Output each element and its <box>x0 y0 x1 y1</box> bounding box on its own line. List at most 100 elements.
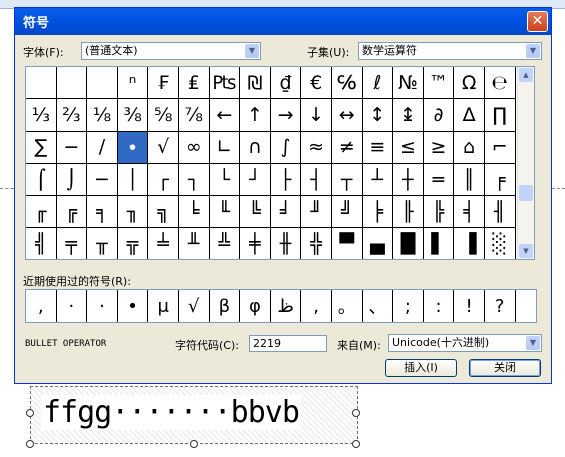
symbol-cell[interactable]: ─ <box>87 163 118 197</box>
resize-handle-left[interactable] <box>26 409 34 417</box>
recent-symbol-cell[interactable]: · <box>57 290 88 322</box>
symbol-cell[interactable]: ₫ <box>270 67 302 100</box>
recent-symbol-cell[interactable]: · <box>87 290 118 322</box>
insert-button[interactable]: 插入(I) <box>385 359 457 377</box>
symbol-cell[interactable]: ≠ <box>331 131 363 164</box>
symbol-cell[interactable]: ↕ <box>362 99 394 132</box>
symbol-cell[interactable]: ╒ <box>484 163 516 197</box>
symbol-cell[interactable]: ₣ <box>148 67 179 100</box>
symbol-cell[interactable]: ░ <box>485 228 516 259</box>
symbol-cell[interactable]: ∏ <box>484 99 516 132</box>
symbol-cell[interactable] <box>87 67 118 100</box>
symbol-cell[interactable] <box>56 67 88 100</box>
symbol-cell[interactable]: ₧ <box>209 67 241 100</box>
symbol-cell[interactable]: ┐ <box>178 163 210 197</box>
symbol-cell[interactable]: ╪ <box>240 228 271 259</box>
symbol-cell[interactable]: ╢ <box>484 196 516 229</box>
symbol-cell[interactable]: ╛ <box>270 196 302 229</box>
symbol-cell[interactable]: − <box>56 131 88 164</box>
symbol-cell[interactable]: ┌ <box>148 163 179 197</box>
symbol-cell[interactable]: ⅔ <box>56 99 88 132</box>
symbol-cell[interactable]: ┤ <box>301 163 332 197</box>
font-select[interactable]: (普通文本) ▼ <box>81 42 261 60</box>
chevron-down-icon[interactable]: ▼ <box>526 336 540 350</box>
symbol-cell[interactable]: ▄ <box>363 228 394 259</box>
from-select[interactable]: Unicode(十六进制) ▼ <box>388 334 542 352</box>
symbol-cell[interactable]: ↓ <box>301 99 332 132</box>
symbol-cell[interactable]: ⁿ <box>117 67 149 100</box>
document-text-box[interactable]: ffgg·······bbvb <box>30 386 358 444</box>
symbol-cell[interactable]: ← <box>209 99 241 132</box>
symbol-cell[interactable]: ⌐ <box>484 131 516 164</box>
symbol-cell[interactable]: ╡ <box>454 196 485 229</box>
chevron-down-icon[interactable]: ▼ <box>245 44 259 58</box>
symbol-cell[interactable]: ⅓ <box>26 99 57 132</box>
symbol-cell[interactable]: ╬ <box>301 228 332 259</box>
symbol-cell[interactable]: ┼ <box>393 163 424 197</box>
symbol-cell[interactable]: ╔ <box>56 196 88 229</box>
symbol-cell[interactable]: ℮ <box>484 67 516 100</box>
symbol-cell[interactable]: ⅞ <box>178 99 210 132</box>
symbol-cell[interactable]: ⌡ <box>56 163 88 197</box>
symbol-cell[interactable]: ╦ <box>118 228 149 259</box>
symbol-cell[interactable]: ℓ <box>362 67 394 100</box>
recent-symbol-cell[interactable]: , <box>301 290 332 322</box>
symbol-cell[interactable]: ┬ <box>331 163 363 197</box>
symbol-cell[interactable]: ╓ <box>26 196 57 229</box>
symbol-cell[interactable]: ╖ <box>117 196 149 229</box>
symbol-cell[interactable] <box>26 67 57 100</box>
symbol-cell[interactable]: ∫ <box>270 131 302 164</box>
symbol-cell[interactable]: ⅛ <box>87 99 118 132</box>
symbol-cell[interactable]: ∂ <box>423 99 455 132</box>
recent-symbol-cell[interactable]: ; <box>393 290 424 322</box>
symbol-cell[interactable]: ┘ <box>240 163 271 197</box>
symbol-cell[interactable]: ∞ <box>178 131 210 164</box>
symbol-cell[interactable]: ₤ <box>178 67 210 100</box>
symbol-cell[interactable]: √ <box>148 131 179 164</box>
close-icon[interactable]: ✕ <box>527 11 548 32</box>
symbol-cell[interactable]: ├ <box>270 163 302 197</box>
recent-symbol-cell[interactable]: 、 <box>363 290 394 322</box>
symbol-cell[interactable]: ∩ <box>240 131 271 164</box>
symbol-cell[interactable]: ╞ <box>362 196 394 229</box>
resize-handle-bottom-left[interactable] <box>26 440 34 448</box>
symbol-cell[interactable]: █ <box>393 228 424 259</box>
symbol-cell[interactable]: ═ <box>423 163 455 197</box>
scroll-up-icon[interactable]: ▲ <box>519 68 533 82</box>
symbol-cell[interactable]: ∙ <box>117 131 149 164</box>
symbol-cell[interactable]: ∑ <box>26 131 57 164</box>
symbol-cell[interactable]: ╜ <box>301 196 332 229</box>
symbol-cell[interactable]: ▌ <box>424 228 455 259</box>
dialog-titlebar[interactable]: 符号 ✕ <box>15 8 551 35</box>
close-button[interactable]: 关闭 <box>469 359 541 377</box>
symbol-cell[interactable]: ⌂ <box>454 131 485 164</box>
symbol-cell[interactable]: ∕ <box>87 131 118 164</box>
symbol-cell[interactable]: ╟ <box>393 196 424 229</box>
scroll-thumb[interactable] <box>519 185 533 201</box>
recent-symbol-cell[interactable]: , <box>26 290 57 322</box>
recent-symbol-cell[interactable]: φ <box>240 290 271 322</box>
symbol-cell[interactable]: ↔ <box>331 99 363 132</box>
symbol-cell[interactable]: ∟ <box>209 131 241 164</box>
symbol-cell[interactable]: ║ <box>454 163 485 197</box>
recent-symbol-cell[interactable]: μ <box>148 290 179 322</box>
symbol-cell[interactable]: └ <box>209 163 241 197</box>
symbol-cell[interactable]: → <box>270 99 302 132</box>
symbol-cell[interactable]: ╫ <box>271 228 302 259</box>
symbol-cell[interactable]: Ω <box>454 67 485 100</box>
symbol-cell[interactable]: ╚ <box>240 196 271 229</box>
symbol-cell[interactable]: ╩ <box>210 228 241 259</box>
symbol-cell[interactable]: ≈ <box>301 131 332 164</box>
symbol-cell[interactable]: ↨ <box>393 99 424 132</box>
resize-handle-bottom[interactable] <box>190 440 198 448</box>
resize-handle-right[interactable] <box>352 409 360 417</box>
symbol-cell[interactable]: ⌠ <box>26 163 57 197</box>
symbol-cell[interactable]: € <box>301 67 332 100</box>
recent-symbol-cell[interactable]: √ <box>179 290 210 322</box>
symbol-cell[interactable]: ╠ <box>423 196 455 229</box>
symbol-cell[interactable]: ╙ <box>209 196 241 229</box>
symbol-cell[interactable]: ⅜ <box>117 99 149 132</box>
resize-handle-bottom-right[interactable] <box>352 440 360 448</box>
symbol-cell[interactable]: ≡ <box>362 131 394 164</box>
symbol-cell[interactable]: ╨ <box>179 228 210 259</box>
